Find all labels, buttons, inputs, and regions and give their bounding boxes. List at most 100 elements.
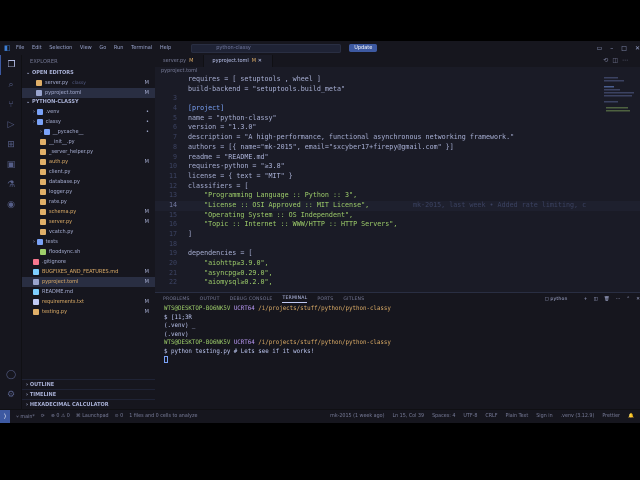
remote-indicator-icon[interactable]: ⟩ xyxy=(0,410,10,423)
tab-debug-console[interactable]: DEBUG CONSOLE xyxy=(230,297,273,302)
problems-indicator[interactable]: ⊗ 0 ⚠ 0 xyxy=(51,414,70,419)
remote-icon[interactable]: ▣ xyxy=(0,155,22,175)
notifications-icon[interactable]: 🔔 xyxy=(628,414,634,419)
tree-file[interactable]: rate.py xyxy=(22,197,155,207)
menu-file[interactable]: File xyxy=(16,45,24,51)
git-status-badge: • xyxy=(146,129,149,135)
close-icon[interactable]: ✕ xyxy=(635,45,640,52)
open-editors-header[interactable]: ⌄ OPEN EDITORS xyxy=(22,69,155,78)
extensions-icon[interactable]: ⊞ xyxy=(0,135,22,155)
settings-gear-icon[interactable]: ⚙ xyxy=(0,385,22,405)
cursor-position[interactable]: Ln 15, Col 39 xyxy=(392,414,424,419)
menu-view[interactable]: View xyxy=(80,45,92,51)
project-folder-header[interactable]: ⌄ PYTHON-CLASSY xyxy=(22,98,155,107)
sync-icon[interactable]: ⟳ xyxy=(41,414,45,419)
tree-file[interactable]: vcatch.py xyxy=(22,227,155,237)
account-icon[interactable]: ◯ xyxy=(0,365,22,385)
menu-selection[interactable]: Selection xyxy=(49,45,72,51)
code-view[interactable]: requires = [ setuptools , wheel ] build-b… xyxy=(155,75,640,288)
tab-server-py[interactable]: server.py M xyxy=(155,55,205,67)
tree-file[interactable]: .gitignore xyxy=(22,257,155,267)
command-center-search[interactable]: python-classy xyxy=(191,43,342,53)
code-line: 18 xyxy=(155,240,640,250)
python-interpreter[interactable]: .venv (3.12.9) xyxy=(561,414,595,419)
tree-folder[interactable]: › __pycache__ • xyxy=(22,127,155,137)
line-text: "Programming Language :: Python :: 3", xyxy=(188,191,358,200)
more-icon[interactable]: ⋯ xyxy=(616,297,621,302)
menu-terminal[interactable]: Terminal xyxy=(131,45,152,51)
tree-file[interactable]: logger.py xyxy=(22,187,155,197)
hex-calculator-section[interactable]: › HEXADECIMAL CALCULATOR xyxy=(22,399,155,409)
menu-help[interactable]: Help xyxy=(160,45,171,51)
language-mode[interactable]: Plain Text xyxy=(506,414,529,419)
open-editor-name: server.py xyxy=(45,80,69,86)
search-icon[interactable]: ⌕ xyxy=(0,75,22,95)
timeline-section[interactable]: › TIMELINE xyxy=(22,389,155,399)
tree-file[interactable]: auth.py M xyxy=(22,157,155,167)
open-editor-item[interactable]: server.py classy M xyxy=(22,78,155,88)
menu-go[interactable]: Go xyxy=(99,45,106,51)
open-editor-name: pyproject.toml xyxy=(45,90,82,96)
menu-run[interactable]: Run xyxy=(114,45,124,51)
editor-actions[interactable]: ⟲◫⋯ xyxy=(603,55,640,67)
tab-gitlens[interactable]: GITLENS xyxy=(343,297,364,302)
tree-file[interactable]: requirements.txt M xyxy=(22,297,155,307)
terminal-cursor xyxy=(164,356,168,363)
maximize-panel-icon[interactable]: ⌃ xyxy=(626,297,630,302)
branch-indicator[interactable]: ⑂ main* xyxy=(16,414,35,420)
maximize-icon[interactable]: □ xyxy=(621,45,627,52)
tree-folder[interactable]: › .venv • xyxy=(22,107,155,117)
minimize-icon[interactable]: – xyxy=(610,45,613,52)
run-debug-icon[interactable]: ▷ xyxy=(0,115,22,135)
layout-icon[interactable]: ▭ xyxy=(597,45,603,52)
explorer-icon[interactable]: ❐ xyxy=(0,55,22,75)
terminal-output[interactable]: WTS@DESKTOP-BO6NK5V UCRT64 /i/projects/s… xyxy=(155,305,640,365)
tree-file[interactable]: client.py xyxy=(22,167,155,177)
analysis-status[interactable]: 1 files and 0 cells to analyze xyxy=(129,414,197,419)
vscode-window: ◧ File Edit Selection View Go Run Termin… xyxy=(0,41,640,423)
code-line: 19 dependencies = [ xyxy=(155,249,640,259)
source-control-icon[interactable]: ⑂ xyxy=(0,95,22,115)
tree-folder[interactable]: › tests xyxy=(22,237,155,247)
folder-icon xyxy=(36,118,43,125)
tree-file[interactable]: schema.py M xyxy=(22,207,155,217)
ports-indicator[interactable]: ⊙ 0 xyxy=(115,414,124,419)
tree-file[interactable]: BUGFIXES_AND_FEATURES.md M xyxy=(22,267,155,277)
sign-in[interactable]: Sign in xyxy=(536,414,552,419)
encoding[interactable]: UTF-8 xyxy=(463,414,477,419)
tree-file[interactable]: pyproject.toml M xyxy=(22,277,155,287)
prettier-status[interactable]: Prettier xyxy=(602,414,620,419)
open-editor-item[interactable]: pyproject.toml M xyxy=(22,88,155,98)
end-of-line[interactable]: CRLF xyxy=(485,414,497,419)
launchpad-button[interactable]: ⌘ Launchpad xyxy=(76,414,109,419)
tree-file[interactable]: __init__.py xyxy=(22,137,155,147)
tree-file[interactable]: database.py xyxy=(22,177,155,187)
tab-pyproject-toml[interactable]: pyproject.toml M ✕ xyxy=(204,55,273,67)
update-button[interactable]: Update xyxy=(349,44,378,52)
new-terminal-icon[interactable]: + xyxy=(584,297,588,302)
indentation[interactable]: Spaces: 4 xyxy=(432,414,455,419)
tab-output[interactable]: OUTPUT xyxy=(200,297,220,302)
terminal-shell-selector[interactable]: ▢ python xyxy=(545,297,578,302)
minimap[interactable] xyxy=(600,75,640,292)
tree-file[interactable]: floodsync.sh xyxy=(22,247,155,257)
py-icon xyxy=(40,208,46,215)
breadcrumb[interactable]: pyproject.toml xyxy=(155,67,640,75)
tab-problems[interactable]: PROBLEMS xyxy=(163,297,190,302)
tab-terminal[interactable]: TERMINAL xyxy=(282,296,308,303)
tree-item-name: tests xyxy=(45,239,58,245)
tree-file[interactable]: README.md xyxy=(22,287,155,297)
outline-section[interactable]: › OUTLINE xyxy=(22,379,155,389)
blame-status[interactable]: mk-2015 (1 week ago) xyxy=(330,414,384,419)
testing-icon[interactable]: ⚗ xyxy=(0,175,22,195)
tree-folder[interactable]: › classy • xyxy=(22,117,155,127)
tree-file[interactable]: server.py M xyxy=(22,217,155,227)
tree-file[interactable]: testing.py M xyxy=(22,307,155,317)
tree-file[interactable]: _server_helper.py xyxy=(22,147,155,157)
split-terminal-icon[interactable]: ◫ xyxy=(594,297,598,302)
gitlens-icon[interactable]: ◉ xyxy=(0,195,22,215)
tab-ports[interactable]: PORTS xyxy=(317,297,333,302)
menu-edit[interactable]: Edit xyxy=(32,45,42,51)
trash-icon[interactable]: 🗑 xyxy=(604,297,610,302)
close-panel-icon[interactable]: ✕ xyxy=(636,297,640,302)
